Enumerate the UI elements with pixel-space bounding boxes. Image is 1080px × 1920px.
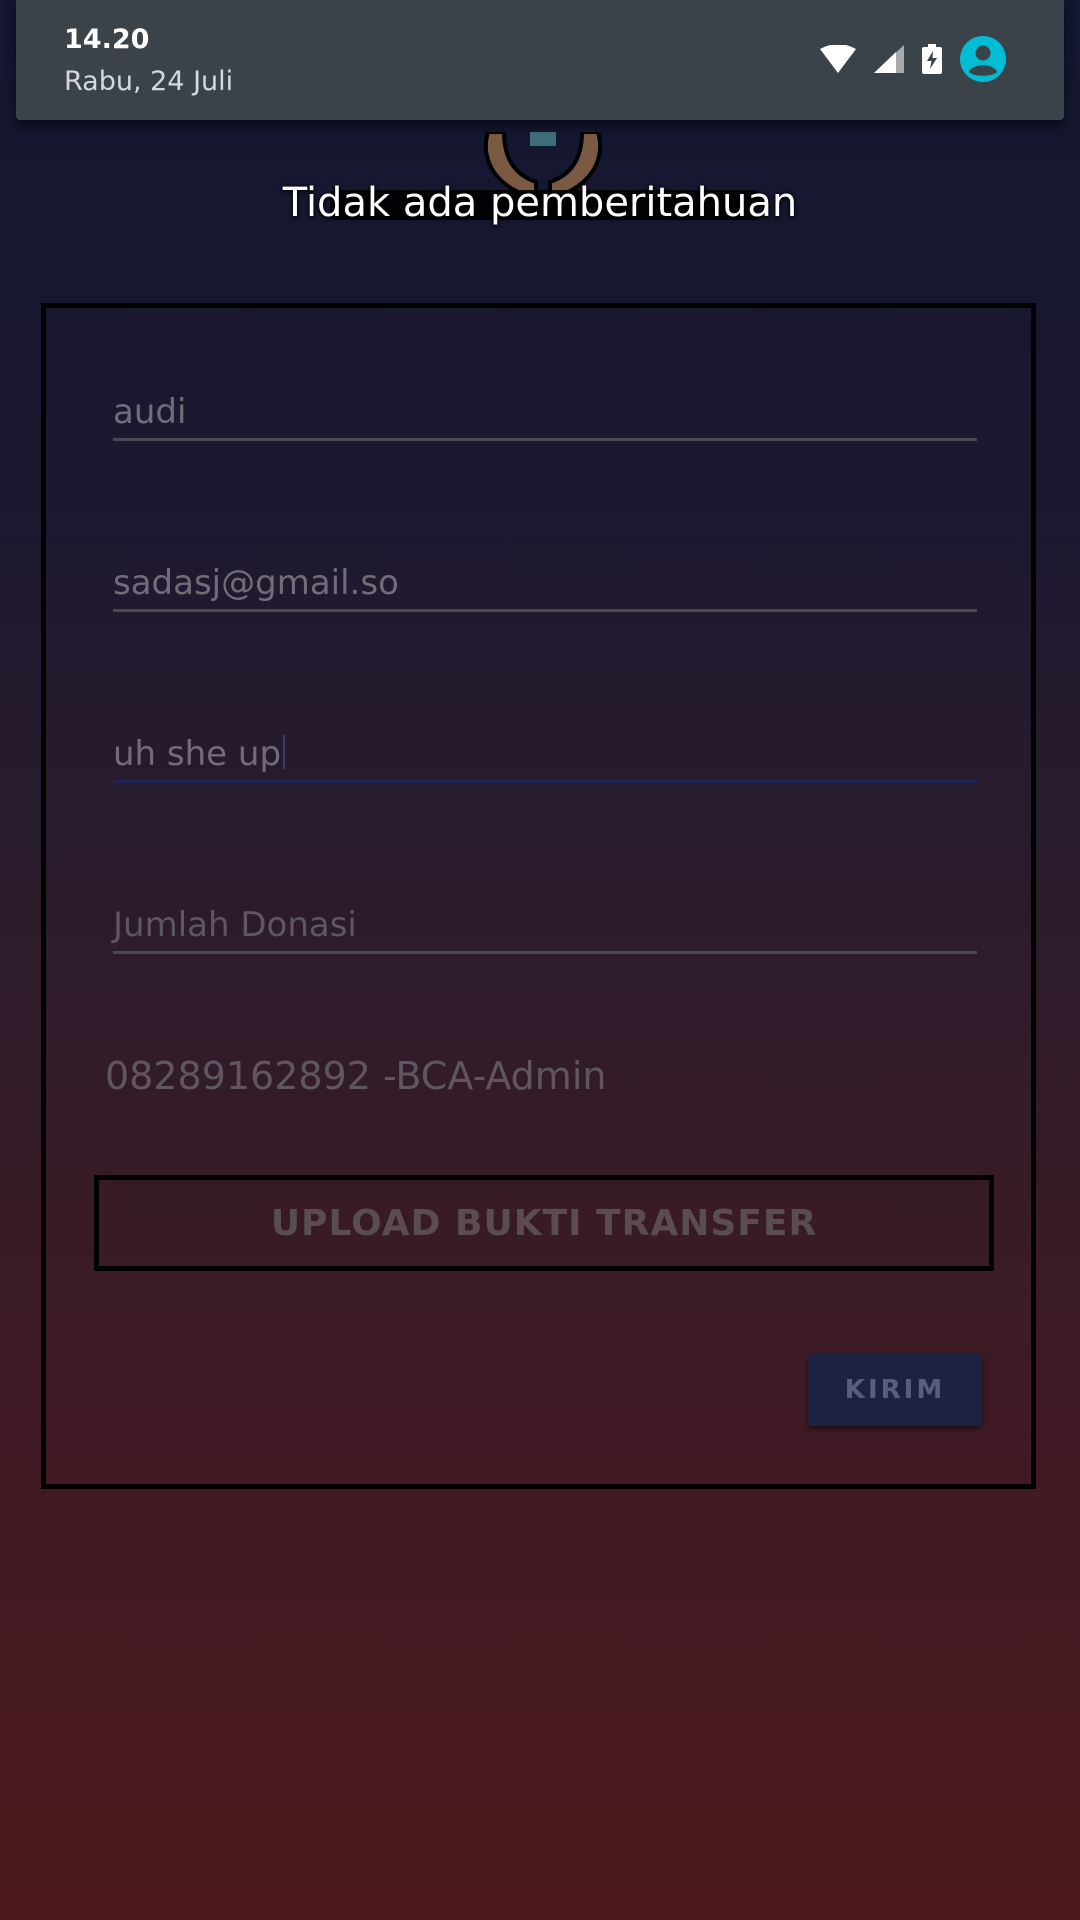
donation-amount-field[interactable]: Jumlah Donasi <box>113 891 977 954</box>
message-value: uh she up <box>113 734 282 774</box>
email-value: sadasj@gmail.so <box>113 563 399 603</box>
text-cursor <box>283 735 286 769</box>
battery-charging-icon <box>922 44 942 74</box>
message-value-wrapper: uh she up <box>113 734 286 774</box>
notification-shade-header: 14.20 Rabu, 24 Juli <box>16 0 1064 120</box>
cellular-signal-icon <box>874 45 904 73</box>
donation-amount-placeholder: Jumlah Donasi <box>113 905 357 945</box>
account-icon[interactable] <box>960 36 1006 82</box>
empty-notifications-message: Tidak ada pemberitahuan <box>282 180 798 226</box>
bank-account-info: 08289162892 -BCA-Admin <box>105 1054 607 1098</box>
name-field[interactable]: audi <box>113 378 977 441</box>
wifi-icon <box>820 45 856 73</box>
status-icons <box>820 36 1006 82</box>
donation-form: audi sadasj@gmail.so uh she up Jumlah Do… <box>41 303 1036 1489</box>
status-date: Rabu, 24 Juli <box>64 66 234 97</box>
status-time: 14.20 <box>64 24 150 55</box>
message-field[interactable]: uh she up <box>113 720 977 783</box>
upload-transfer-proof-button[interactable]: UPLOAD BUKTI TRANSFER <box>94 1175 994 1271</box>
name-value: audi <box>113 392 187 432</box>
email-field[interactable]: sadasj@gmail.so <box>113 549 977 612</box>
submit-button[interactable]: KIRIM <box>808 1354 982 1426</box>
